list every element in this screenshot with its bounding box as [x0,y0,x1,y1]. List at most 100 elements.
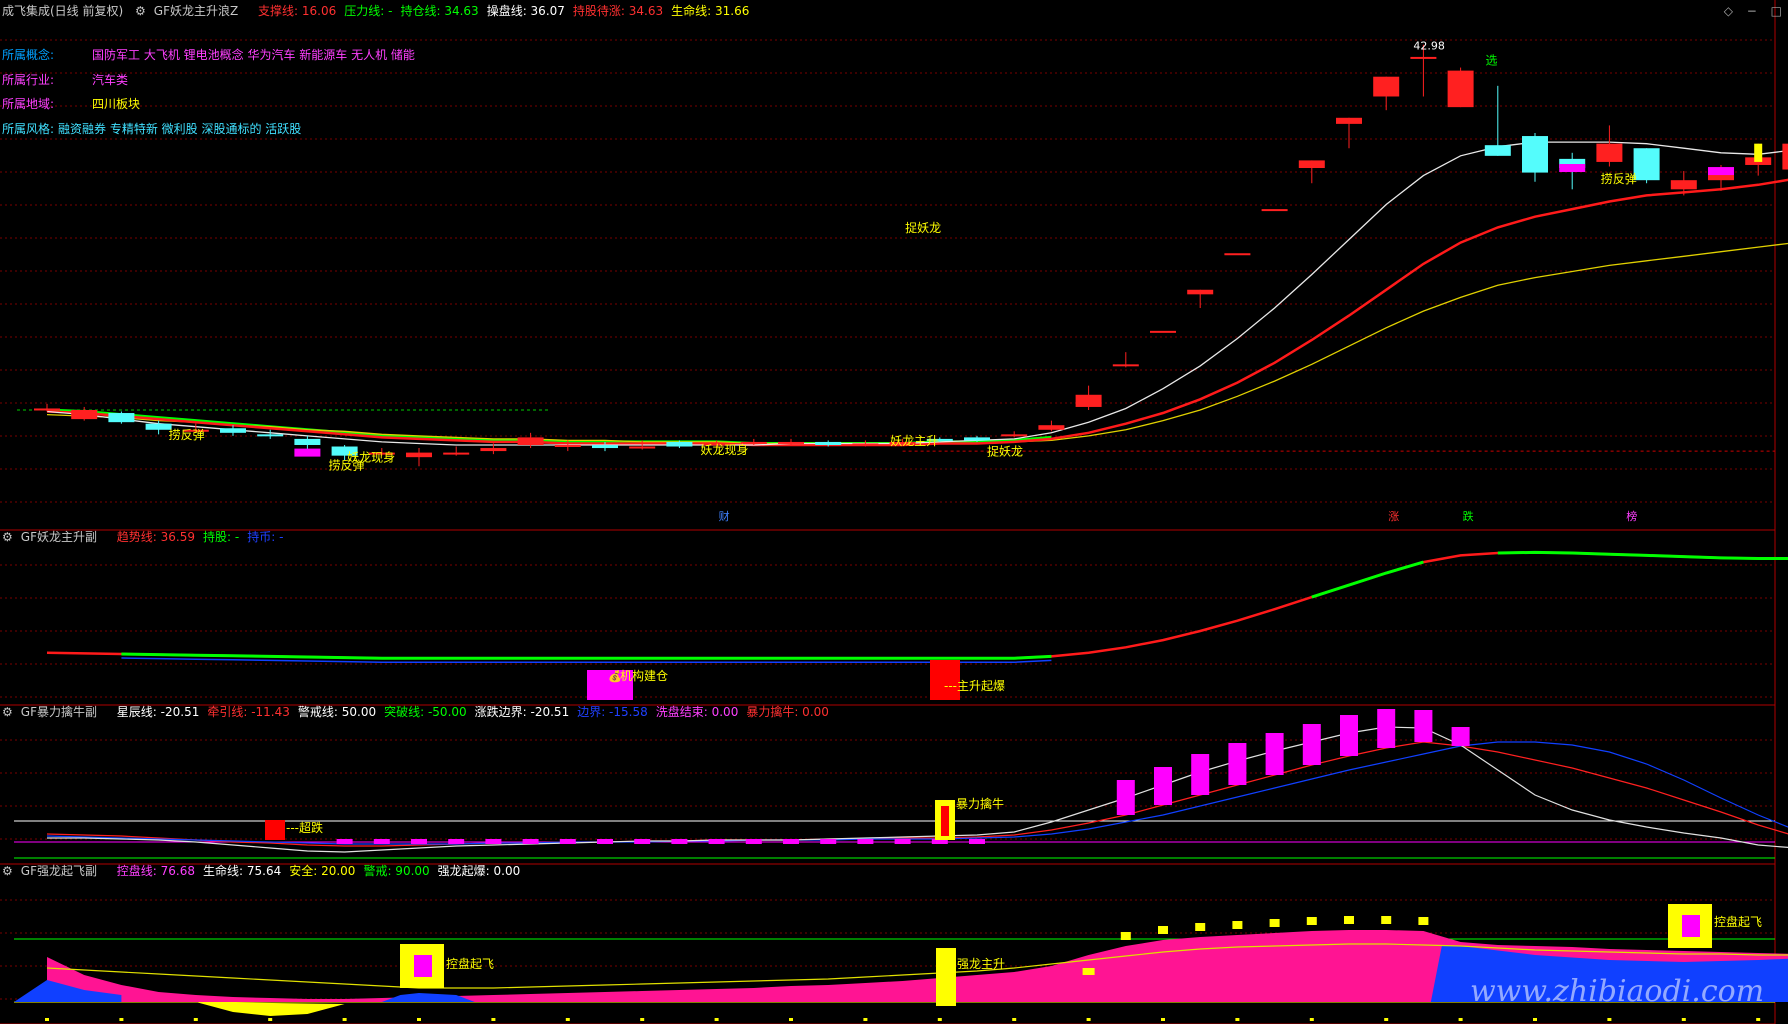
signal-box [936,948,956,1006]
tick-mark [268,1018,273,1021]
signal-label: 控盘起飞 [1714,914,1762,929]
candle-body [1075,394,1102,407]
main-field: 压力线: - [344,4,393,18]
momentum-bar [1265,733,1284,775]
info-label: 所属行业: [2,73,55,87]
main-field: 持股待涨: 34.63 [572,4,664,18]
sub2-field: 突破线: -50.00 [384,705,467,719]
sub2-field: 洗盘结束: 0.00 [655,705,739,719]
tick-mark [1235,1018,1240,1021]
sub2-field: 警戒线: 50.00 [297,705,377,719]
info-row: 所属风格: 融资融券 专精特新 微利股 深股通标的 活跃股 [2,122,301,136]
main-field: 操盘线: 36.07 [486,4,565,18]
tick-mark [1012,1018,1017,1021]
candle-body [1484,145,1511,156]
gear-icon[interactable]: ⚙ [135,4,146,18]
indicator-name[interactable]: ⚙ GF强龙起飞副 [2,864,105,878]
candle-body [964,437,990,441]
sub2-field: 暴力擒牛: 0.00 [746,705,829,719]
candle-body-special [294,448,321,457]
info-row: 所属地域: 四川板块 [2,97,140,111]
indicator-name[interactable]: ⚙ GF妖龙主升副 [2,530,105,544]
tick-mark [565,1018,570,1021]
ma-red [46,178,1788,447]
signal-label: 妖龙现身 [701,442,749,457]
gear-icon[interactable]: ⚙ [2,864,13,878]
momentum-bar [522,839,539,844]
strength-dot [1418,917,1429,925]
candle-body [108,413,135,423]
momentum-bar [783,839,799,844]
candle-body [629,446,656,449]
tick-mark [1458,1018,1463,1021]
candle-body [1224,253,1251,256]
info-row: 所属概念: 国防军工 大飞机 锂电池概念 华为汽车 新能源车 无人机 储能 [2,48,415,62]
strength-dot [1269,919,1280,927]
sub1-fields: 趋势线: 36.59 持股: - 持币: - [117,530,292,544]
sub3-fields: 控盘线: 76.68 生命线: 75.64 安全: 20.00 警戒: 90.00 强龙… [117,864,528,878]
signal-label: 捉妖龙 [905,220,941,235]
stock-title[interactable]: 成飞集成(日线 前复权) [2,4,123,18]
tick-mark [789,1018,793,1021]
ma-white [46,141,1788,446]
signal-label: 机构建仓 [620,668,668,683]
candle-body [1112,364,1139,367]
tick-mark [1756,1018,1761,1021]
sub2-field: 涨跌边界: -20.51 [474,705,570,719]
candle-body [443,452,470,455]
signal-box-inner [414,955,432,977]
candle-body-special [1559,164,1586,173]
candle-body [666,441,693,447]
candle-body [1001,434,1028,437]
momentum-bar [634,839,651,844]
tick-mark [1533,1018,1537,1021]
gear-icon[interactable]: ⚙ [2,705,13,719]
signal-label: 强龙主升 [957,957,1005,971]
signal-label: 妖龙现身 [347,450,395,465]
tick-mark [1161,1018,1165,1021]
indicator-name[interactable]: ⚙ GF暴力擒牛副 [2,705,105,719]
trend-line [46,551,1788,660]
candle-body [71,409,98,420]
maximize-icon[interactable]: □ [1771,4,1782,18]
candle-body [294,438,321,445]
candle-body [1522,136,1548,173]
gear-icon[interactable]: ⚙ [2,530,13,544]
sub3-field: 安全: 20.00 [289,864,356,878]
strength-dot [1381,916,1392,924]
tick-mark [1681,1018,1686,1021]
info-value: 汽车类 [92,73,129,87]
signal-label: ---超跌 [286,820,323,835]
candle-body [815,441,842,445]
main-panel-header: 成飞集成(日线 前复权) ⚙ GF妖龙主升浪Z 支撑线: 16.06 压力线: - 持… [2,4,765,18]
candle-body [1261,209,1288,212]
info-label: 所属风格: [2,122,55,136]
info-value: 融资融券 专精特新 微利股 深股通标的 活跃股 [58,122,302,136]
candle-body [220,428,246,433]
momentum-bar [671,839,688,844]
tick-mark [640,1018,645,1021]
event-marker: 财 [719,509,730,523]
indicator-label: GF暴力擒牛副 [20,705,97,719]
candle-body [480,448,507,452]
momentum-bar [597,839,613,844]
candle-body [1373,76,1400,97]
momentum-bar [894,839,911,844]
sub2-field: 边界: -15.58 [577,705,648,719]
sub3-field: 生命线: 75.64 [203,864,282,878]
watermark: www.zhibiaodi.com [1470,974,1765,1009]
indicator-label: GF妖龙主升浪Z [153,4,239,18]
momentum-bar [1228,743,1247,785]
tick-mark [491,1018,496,1021]
momentum-bar [1451,727,1470,746]
candle-body [1670,180,1697,190]
momentum-bar [1377,709,1396,748]
restore-icon[interactable]: ◇ [1724,4,1733,18]
minimize-icon[interactable]: − [1747,4,1757,18]
info-value: 四川板块 [92,97,141,111]
sub3-field: 强龙起爆: 0.00 [437,864,521,878]
indicator-name[interactable]: ⚙ GF妖龙主升浪Z [135,4,246,18]
signal-label: 捞反弹 [169,428,205,442]
candle-body [406,452,432,458]
tick-mark [1384,1018,1389,1021]
